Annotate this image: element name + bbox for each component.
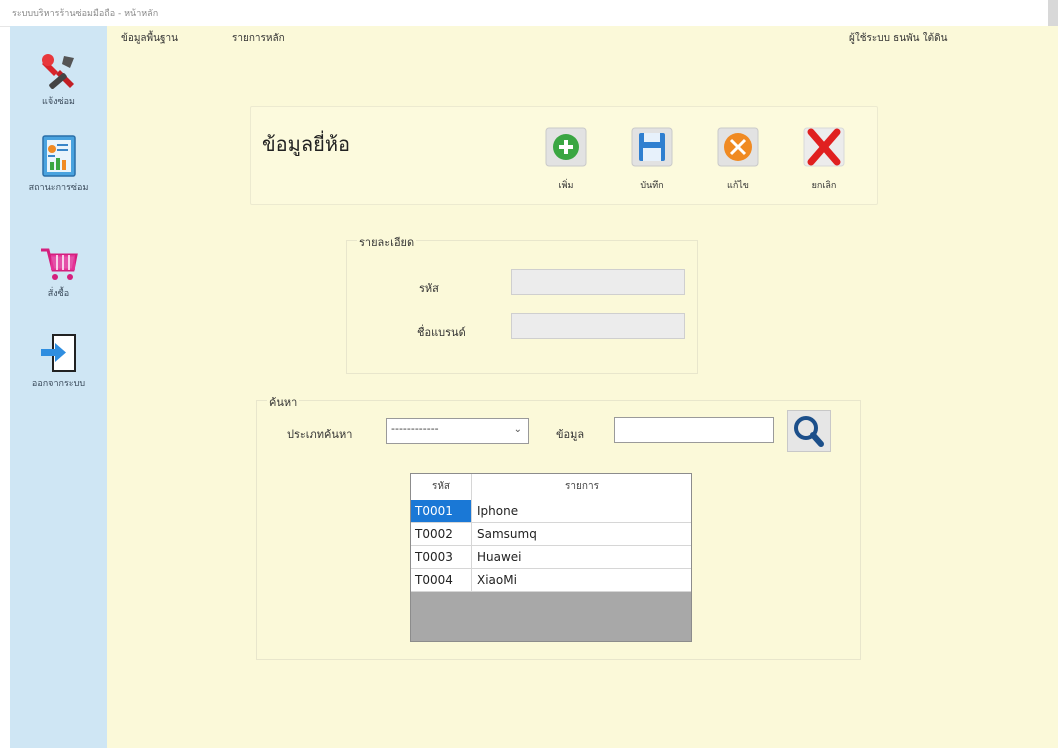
add-button[interactable]: เพิ่ม xyxy=(541,126,591,192)
logout-icon xyxy=(40,334,76,372)
search-input[interactable] xyxy=(614,417,774,443)
table-row[interactable]: T0001 Iphone xyxy=(411,500,691,523)
column-header-code[interactable]: รหัส xyxy=(411,474,472,500)
save-button[interactable]: บันทึก xyxy=(627,126,677,192)
cell-code[interactable]: T0002 xyxy=(411,523,472,545)
sidebar-item-order[interactable]: สั่งซื้อ xyxy=(10,244,107,300)
window-title: ระบบบริหารร้านซ่อมมือถือ - หน้าหลัก xyxy=(12,9,159,19)
sidebar-item-logout[interactable]: ออกจากระบบ xyxy=(10,332,107,390)
cell-code[interactable]: T0003 xyxy=(411,546,472,568)
cell-code[interactable]: T0004 xyxy=(411,569,472,591)
search-icon xyxy=(794,416,824,447)
report-chart-icon xyxy=(41,135,76,177)
cell-code[interactable]: T0001 xyxy=(411,500,472,522)
cell-name[interactable]: Huawei xyxy=(473,546,522,568)
search-group-title: ค้นหา xyxy=(267,393,300,411)
details-group-title: รายละเอียด xyxy=(357,233,417,251)
column-header-name[interactable]: รายการ xyxy=(473,474,691,500)
sidebar-item-label: สถานะการซ่อม xyxy=(28,183,89,193)
sidebar: แจ้งซ่อม สถานะการซ่อม สั่งซื้อ ออกจากระบ… xyxy=(10,26,107,748)
chevron-down-icon: ⌄ xyxy=(513,424,522,435)
add-button-label: เพิ่ม xyxy=(558,181,574,191)
sidebar-item-label: สั่งซื้อ xyxy=(47,289,70,299)
code-field[interactable] xyxy=(511,269,685,295)
details-group: รายละเอียด รหัส ชื่อแบรนด์ xyxy=(346,233,698,374)
window-title-bar: ระบบบริหารร้านซ่อมมือถือ - หน้าหลัก xyxy=(0,0,1058,27)
current-user: ผู้ใช้ระบบ ธนพัน ใต้ดิน xyxy=(849,33,948,44)
cell-name[interactable]: XiaoMi xyxy=(473,569,517,591)
repair-tools-icon xyxy=(41,54,74,89)
cancel-icon xyxy=(803,127,845,167)
table-row[interactable]: T0002 Samsumq xyxy=(411,523,691,546)
window-control[interactable] xyxy=(1048,0,1058,26)
add-icon xyxy=(545,127,587,167)
edit-button-label: แก้ไข xyxy=(727,181,749,191)
edit-tools-icon xyxy=(717,127,759,167)
brand-label: ชื่อแบรนด์ xyxy=(417,326,466,339)
shopping-cart-icon xyxy=(40,248,78,280)
save-icon xyxy=(631,127,673,167)
brand-grid[interactable]: รหัส รายการ T0001 Iphone T0002 Samsumq T… xyxy=(410,473,692,642)
menu-bar: ข้อมูลพื้นฐาน รายการหลัก ผู้ใช้ระบบ ธนพั… xyxy=(107,26,1058,50)
table-row[interactable]: T0004 XiaoMi xyxy=(411,569,691,592)
brand-field[interactable] xyxy=(511,313,685,339)
table-row[interactable]: T0003 Huawei xyxy=(411,546,691,569)
search-type-select[interactable]: ------------ ⌄ xyxy=(386,418,529,444)
menu-main-list[interactable]: รายการหลัก xyxy=(232,31,285,46)
cancel-button[interactable]: ยกเลิก xyxy=(799,126,849,192)
search-button[interactable] xyxy=(787,410,831,452)
grid-header: รหัส รายการ xyxy=(411,474,691,501)
cell-name[interactable]: Samsumq xyxy=(473,523,537,545)
save-button-label: บันทึก xyxy=(640,181,664,191)
search-data-label: ข้อมูล xyxy=(556,428,585,441)
sidebar-item-label: แจ้งซ่อม xyxy=(42,97,75,107)
cancel-button-label: ยกเลิก xyxy=(811,181,837,191)
code-label: รหัส xyxy=(419,282,439,295)
cell-name[interactable]: Iphone xyxy=(473,500,518,522)
menu-basic-data[interactable]: ข้อมูลพื้นฐาน xyxy=(121,31,178,46)
sidebar-item-label: ออกจากระบบ xyxy=(31,379,86,389)
edit-button[interactable]: แก้ไข xyxy=(713,126,763,192)
search-type-value: ------------ xyxy=(391,422,439,435)
search-type-label: ประเภทค้นหา xyxy=(287,428,353,441)
sidebar-item-repair[interactable]: แจ้งซ่อม xyxy=(10,52,107,108)
sidebar-item-status[interactable]: สถานะการซ่อม xyxy=(10,134,107,194)
page-title: ข้อมูลยี่ห้อ xyxy=(262,132,351,156)
